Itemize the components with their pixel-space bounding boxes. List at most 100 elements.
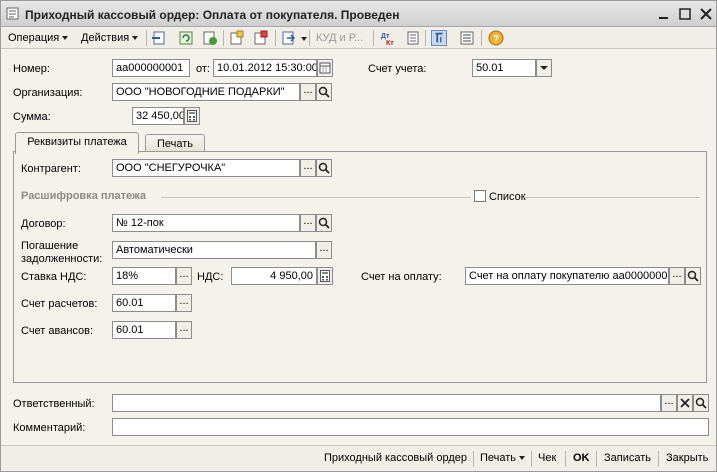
- print-menu-label: Печать: [480, 452, 517, 464]
- document-window: Приходный кассовый ордер: Оплата от поку…: [0, 0, 717, 472]
- calendar-icon: [319, 62, 331, 74]
- account-field[interactable]: 50.01: [472, 59, 536, 77]
- kud-button[interactable]: КУД и Р...: [316, 30, 363, 46]
- advance-account-label: Счет авансов:: [21, 325, 94, 337]
- vat-field[interactable]: 4 950,00: [231, 267, 317, 285]
- comment-field[interactable]: [112, 418, 709, 436]
- post-document-icon[interactable]: [151, 30, 167, 46]
- repayment-field[interactable]: Автоматически: [112, 241, 316, 259]
- list-checkbox-label: Список: [489, 191, 526, 203]
- responsible-field[interactable]: [112, 394, 661, 412]
- responsible-label: Ответственный:: [13, 398, 95, 410]
- payment-breakdown-title: Расшифровка платежа: [21, 190, 147, 202]
- advance-account-select-button[interactable]: ...: [176, 321, 192, 339]
- operation-menu[interactable]: Операция: [8, 30, 69, 46]
- number-field[interactable]: аа000000001: [112, 59, 190, 77]
- sum-label: Сумма:: [13, 111, 51, 123]
- organization-label: Организация:: [13, 87, 83, 99]
- vat-rate-field[interactable]: 18%: [112, 267, 176, 285]
- calculator-icon: [187, 110, 197, 122]
- chevron-down-icon: [540, 66, 548, 70]
- dt-kt-icon[interactable]: Дт Кт: [380, 30, 396, 46]
- refresh-icon[interactable]: [178, 30, 194, 46]
- number-label: Номер:: [13, 63, 50, 75]
- counterparty-label: Контрагент:: [21, 163, 81, 175]
- account-label: Счет учета:: [368, 63, 427, 75]
- vat-label: НДС:: [197, 271, 224, 283]
- responsible-clear-button[interactable]: [677, 394, 693, 412]
- minimize-icon[interactable]: [656, 6, 672, 22]
- organization-field[interactable]: ООО "НОВОГОДНИЕ ПОДАРКИ": [112, 83, 300, 101]
- ok-button[interactable]: OK: [573, 452, 590, 464]
- save-button[interactable]: Записать: [604, 452, 651, 464]
- repayment-label-line1: Погашение: [21, 240, 79, 252]
- go-to-icon[interactable]: [281, 30, 297, 46]
- repayment-select-button[interactable]: ...: [316, 241, 332, 259]
- contract-label: Договор:: [21, 218, 66, 230]
- search-icon: [695, 397, 707, 409]
- counterparty-select-button[interactable]: ...: [300, 159, 316, 177]
- contract-field[interactable]: № 12-пок: [112, 214, 300, 232]
- sum-calculator-button[interactable]: [184, 107, 200, 125]
- settlement-account-label: Счет расчетов:: [21, 298, 98, 310]
- actions-menu-label: Действия: [81, 32, 130, 44]
- breakdown-divider: [161, 197, 471, 198]
- settlement-account-select-button[interactable]: ...: [176, 294, 192, 312]
- invoice-label: Счет на оплату:: [361, 271, 442, 283]
- structure-tree-icon[interactable]: [431, 30, 447, 46]
- svg-text:?: ?: [493, 34, 499, 45]
- copy-document-icon[interactable]: [202, 30, 218, 46]
- responsible-select-button[interactable]: ...: [661, 394, 677, 412]
- sum-field[interactable]: 32 450,00: [132, 107, 184, 125]
- vat-calculator-button[interactable]: [317, 267, 333, 285]
- invoice-field[interactable]: Счет на оплату покупателю аа00000000: [465, 267, 669, 285]
- structure-icon[interactable]: [253, 30, 269, 46]
- counterparty-open-button[interactable]: [316, 159, 332, 177]
- repayment-label-line2: задолженности:: [21, 253, 103, 265]
- settlement-account-field[interactable]: 60.01: [112, 294, 176, 312]
- tab-payment-details[interactable]: Реквизиты платежа: [15, 132, 139, 154]
- toolbar: Операция Действия КУД и Р... Дт Кт ?: [1, 27, 716, 49]
- date-field[interactable]: 10.01.2012 15:30:00: [213, 59, 317, 77]
- svg-text:Дт: Дт: [381, 33, 390, 40]
- contract-open-button[interactable]: [316, 214, 332, 232]
- calculator-icon: [320, 270, 330, 282]
- responsible-open-button[interactable]: [693, 394, 709, 412]
- svg-text:Кт: Кт: [386, 40, 394, 46]
- form-settings-icon[interactable]: [459, 30, 475, 46]
- journal-icon[interactable]: [405, 30, 421, 46]
- counterparty-field[interactable]: ООО "СНЕГУРОЧКА": [112, 159, 300, 177]
- contract-select-button[interactable]: ...: [300, 214, 316, 232]
- search-icon: [318, 217, 330, 229]
- clear-icon: [680, 398, 690, 408]
- search-icon: [687, 270, 699, 282]
- vat-rate-label: Ставка НДС:: [21, 271, 87, 283]
- receipt-button[interactable]: Чек: [538, 452, 556, 464]
- date-from-label: от:: [196, 63, 210, 75]
- close-button[interactable]: Закрыть: [666, 452, 708, 464]
- breakdown-divider-right: [525, 197, 700, 198]
- organization-select-button[interactable]: ...: [300, 83, 316, 101]
- actions-menu[interactable]: Действия: [81, 30, 139, 46]
- window-title: Приходный кассовый ордер: Оплата от поку…: [25, 8, 400, 22]
- bottom-bar: Приходный кассовый ордер Печать Чек OK З…: [1, 445, 716, 471]
- vat-rate-select-button[interactable]: ...: [176, 267, 192, 285]
- invoice-select-button[interactable]: ...: [669, 267, 685, 285]
- close-icon[interactable]: [698, 6, 714, 22]
- calendar-button[interactable]: [317, 59, 333, 77]
- print-menu-button[interactable]: Печать: [480, 452, 526, 464]
- pko-print-button[interactable]: Приходный кассовый ордер: [324, 452, 467, 464]
- document-icon: [6, 7, 19, 20]
- invoice-open-button[interactable]: [685, 267, 701, 285]
- help-icon[interactable]: ?: [488, 30, 504, 46]
- search-icon: [318, 162, 330, 174]
- maximize-icon[interactable]: [677, 6, 693, 22]
- account-dropdown-button[interactable]: [536, 59, 552, 77]
- based-on-icon[interactable]: [229, 30, 245, 46]
- advance-account-field[interactable]: 60.01: [112, 321, 176, 339]
- operation-menu-label: Операция: [8, 32, 60, 44]
- organization-open-button[interactable]: [316, 83, 332, 101]
- title-bar: Приходный кассовый ордер: Оплата от поку…: [1, 1, 716, 27]
- comment-label: Комментарий:: [13, 422, 86, 434]
- list-checkbox[interactable]: [474, 190, 486, 202]
